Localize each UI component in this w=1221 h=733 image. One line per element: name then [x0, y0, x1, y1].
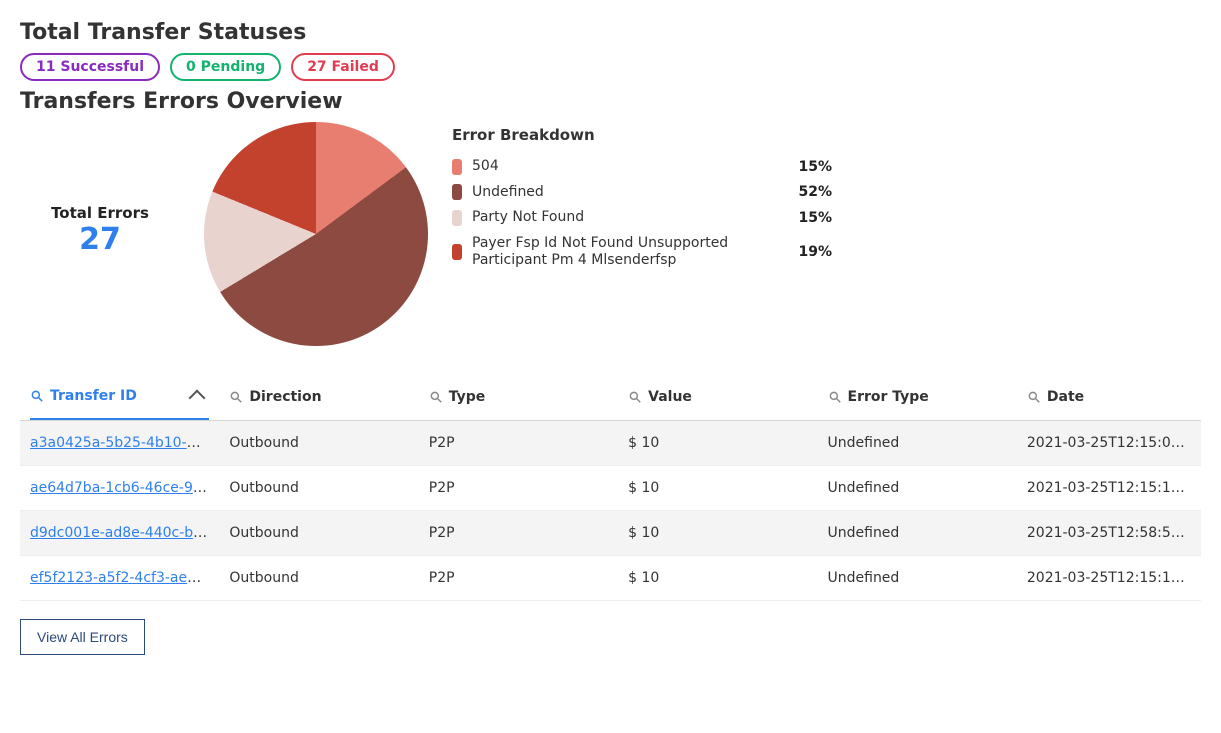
pill-failed[interactable]: 27 Failed — [291, 53, 395, 81]
legend-swatch-icon — [452, 184, 462, 200]
cell-type: P2P — [419, 421, 618, 466]
cell-value: $ 10 — [618, 556, 817, 601]
legend-percent: 15% — [792, 210, 832, 226]
legend-swatch-icon — [452, 244, 462, 260]
col-date-label: Date — [1047, 389, 1084, 405]
search-icon — [628, 390, 642, 404]
breakdown-legend: 504 15% Undefined 52% Party Not Found 15% Paye… — [452, 158, 1201, 270]
legend-swatch-icon — [452, 210, 462, 226]
total-errors-label: Total Errors — [20, 204, 180, 222]
view-all-errors-button[interactable]: View All Errors — [20, 619, 145, 655]
legend-label: Payer Fsp Id Not Found Unsupported Parti… — [472, 235, 782, 270]
cell-direction: Outbound — [219, 421, 418, 466]
col-date[interactable]: Date — [1017, 374, 1201, 421]
table-row: ef5f2123-a5f2-4cf3-ae05- OutboundP2P$ 10U… — [20, 556, 1201, 601]
search-icon — [30, 389, 44, 403]
transfer-id-link[interactable]: a3a0425a-5b25-4b10-8f3f — [30, 435, 214, 451]
pill-pending[interactable]: 0 Pending — [170, 53, 281, 81]
col-transfer-id-label: Transfer ID — [50, 388, 137, 404]
table-row: ae64d7ba-1cb6-46ce-9bc OutboundP2P$ 10Und… — [20, 466, 1201, 511]
cell-transfer-id: a3a0425a-5b25-4b10-8f3f — [20, 421, 219, 466]
legend-percent: 19% — [792, 244, 832, 260]
cell-date: 2021-03-25T12:15:05.476Z — [1017, 421, 1201, 466]
cell-value: $ 10 — [618, 421, 817, 466]
cell-direction: Outbound — [219, 511, 418, 556]
col-direction-label: Direction — [249, 389, 321, 405]
transfer-id-link[interactable]: d9dc001e-ad8e-440c-b60 — [30, 525, 211, 541]
cell-type: P2P — [419, 511, 618, 556]
cell-error-type: Undefined — [818, 421, 1017, 466]
cell-error-type: Undefined — [818, 556, 1017, 601]
error-breakdown: Error Breakdown 504 15% Undefined 52% Party … — [452, 122, 1201, 278]
legend-percent: 52% — [792, 184, 832, 200]
total-errors-value: 27 — [20, 222, 180, 257]
statuses-title: Total Transfer Statuses — [20, 20, 1201, 45]
status-pills: 11 Successful 0 Pending 27 Failed — [20, 53, 1201, 81]
legend-label: 504 — [472, 158, 782, 176]
col-transfer-id[interactable]: Transfer ID — [20, 374, 219, 421]
col-value-label: Value — [648, 389, 692, 405]
legend-label: Undefined — [472, 184, 782, 202]
cell-date: 2021-03-25T12:15:17.644Z — [1017, 466, 1201, 511]
search-icon — [429, 390, 443, 404]
transfer-id-link[interactable]: ef5f2123-a5f2-4cf3-ae05- — [30, 570, 210, 586]
table-row: a3a0425a-5b25-4b10-8f3f OutboundP2P$ 10Un… — [20, 421, 1201, 466]
col-type-label: Type — [449, 389, 486, 405]
cell-transfer-id: ef5f2123-a5f2-4cf3-ae05- — [20, 556, 219, 601]
transfer-id-link[interactable]: ae64d7ba-1cb6-46ce-9bc — [30, 480, 209, 496]
cell-direction: Outbound — [219, 466, 418, 511]
errors-overview-title: Transfers Errors Overview — [20, 89, 1201, 114]
cell-direction: Outbound — [219, 556, 418, 601]
col-direction[interactable]: Direction — [219, 374, 418, 421]
cell-value: $ 10 — [618, 511, 817, 556]
search-icon — [828, 390, 842, 404]
col-type[interactable]: Type — [419, 374, 618, 421]
cell-date: 2021-03-25T12:58:57.093Z — [1017, 511, 1201, 556]
breakdown-title: Error Breakdown — [452, 126, 1201, 144]
sort-asc-icon — [189, 390, 206, 407]
cell-error-type: Undefined — [818, 511, 1017, 556]
col-error-type-label: Error Type — [848, 389, 929, 405]
pill-successful[interactable]: 11 Successful — [20, 53, 160, 81]
cell-transfer-id: d9dc001e-ad8e-440c-b60 — [20, 511, 219, 556]
cell-error-type: Undefined — [818, 466, 1017, 511]
legend-item: Undefined 52% — [452, 184, 832, 202]
cell-value: $ 10 — [618, 466, 817, 511]
total-errors-block: Total Errors 27 — [20, 122, 180, 257]
error-pie-chart — [204, 122, 428, 346]
legend-item: Party Not Found 15% — [452, 209, 832, 227]
cell-transfer-id: ae64d7ba-1cb6-46ce-9bc — [20, 466, 219, 511]
legend-swatch-icon — [452, 159, 462, 175]
cell-date: 2021-03-25T12:15:12.377Z — [1017, 556, 1201, 601]
col-error-type[interactable]: Error Type — [818, 374, 1017, 421]
legend-percent: 15% — [792, 159, 832, 175]
cell-type: P2P — [419, 466, 618, 511]
legend-item: 504 15% — [452, 158, 832, 176]
errors-overview: Total Errors 27 Error Breakdown 504 15% Un… — [20, 122, 1201, 346]
pie-icon — [204, 122, 428, 346]
cell-type: P2P — [419, 556, 618, 601]
legend-item: Payer Fsp Id Not Found Unsupported Parti… — [452, 235, 832, 270]
legend-label: Party Not Found — [472, 209, 782, 227]
search-icon — [1027, 390, 1041, 404]
table-row: d9dc001e-ad8e-440c-b60 OutboundP2P$ 10Und… — [20, 511, 1201, 556]
errors-table: Transfer ID Direction Ty — [20, 374, 1201, 601]
search-icon — [229, 390, 243, 404]
col-value[interactable]: Value — [618, 374, 817, 421]
errors-table-body: a3a0425a-5b25-4b10-8f3fOutboundP2P$ 10Un… — [20, 421, 1201, 601]
